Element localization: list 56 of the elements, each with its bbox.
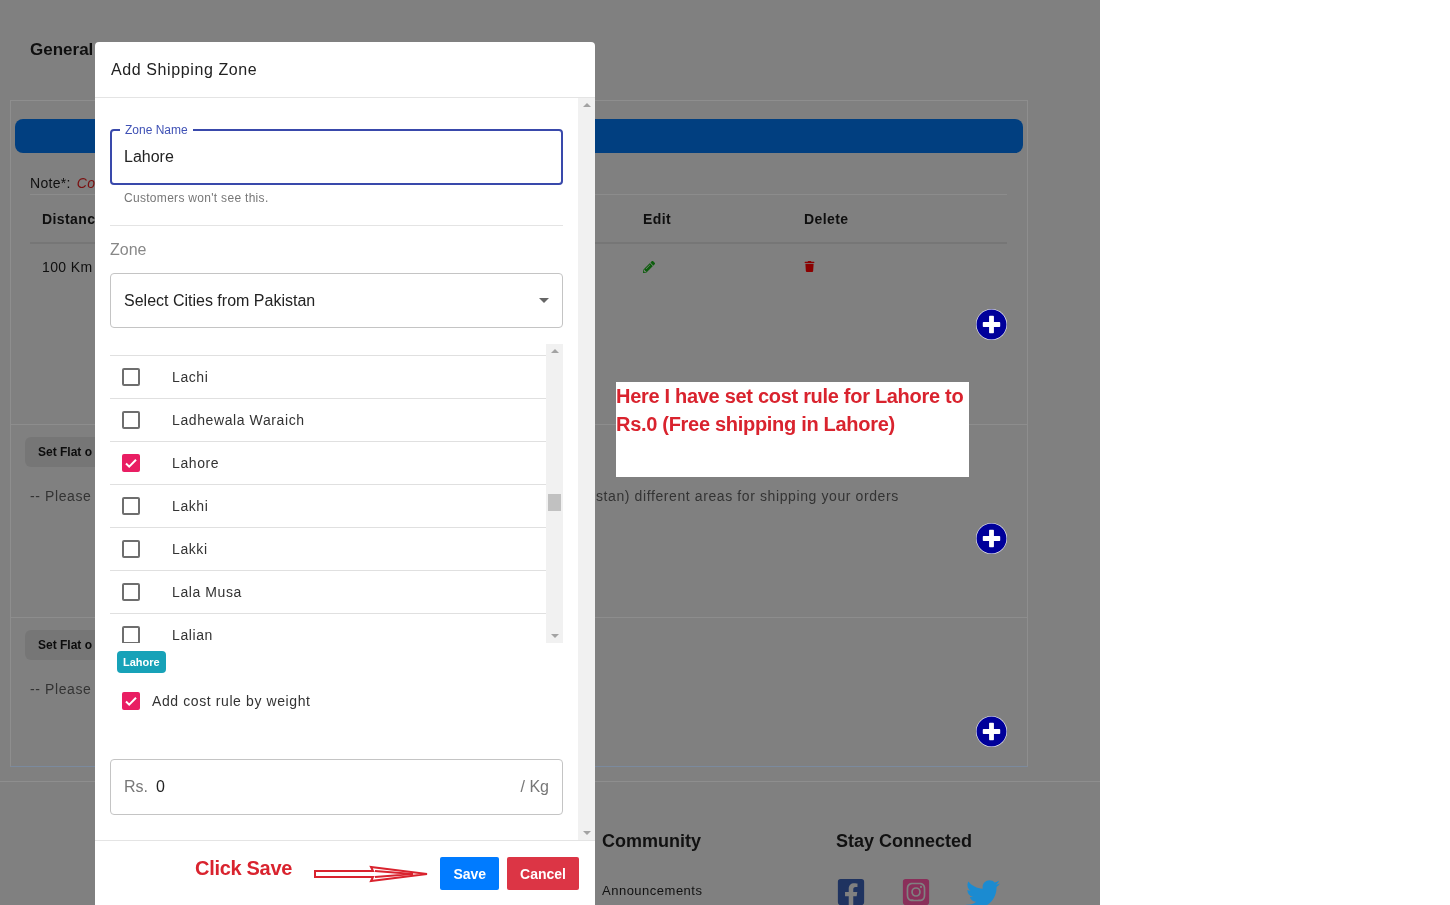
city-label[interactable]: Lakhi [172, 498, 209, 514]
add-icon[interactable] [976, 523, 1007, 554]
hint-text: -- Please [30, 488, 93, 504]
checkbox[interactable] [122, 626, 140, 643]
save-button[interactable]: Save [440, 857, 500, 890]
scrollbar[interactable] [546, 344, 563, 643]
annotation-text: Here I have set cost rule for Lahore to Rs.0 (Free shipping in Lahore) [616, 384, 965, 437]
add-icon[interactable] [976, 716, 1007, 747]
checkbox[interactable] [122, 540, 140, 558]
checkbox[interactable] [122, 692, 140, 710]
city-label[interactable]: Ladhewala Waraich [172, 412, 305, 428]
city-label[interactable]: Lahore [172, 455, 220, 471]
checkbox[interactable] [122, 454, 140, 472]
city-label[interactable]: Lalian [172, 627, 213, 643]
section-label: Zone [110, 240, 148, 259]
zone-name-input[interactable]: Lahore [124, 148, 549, 166]
checkbox[interactable] [122, 497, 140, 515]
dialog-title: Add Shipping Zone [111, 60, 258, 79]
note-text: Co [76, 175, 96, 191]
cost-field[interactable]: Rs. 0 / Kg [110, 759, 563, 815]
field-label: Zone Name [120, 123, 193, 137]
trash-icon[interactable] [804, 261, 815, 272]
footer-title: Stay Connected [836, 830, 974, 852]
column-header: Distanc [41, 210, 97, 227]
cost-input[interactable]: 0 [156, 778, 521, 796]
hint-text: -- Please [30, 681, 93, 697]
city-select[interactable]: Select Cities from Pakistan [110, 273, 563, 328]
helper-text: Customers won't see this. [124, 191, 270, 205]
checkmark-icon [124, 456, 138, 470]
city-label[interactable]: Lakki [172, 541, 208, 557]
flat-rate-button[interactable]: Set Flat o [25, 630, 96, 660]
page-heading: General [30, 40, 94, 60]
footer-link[interactable]: Announcements [602, 883, 703, 898]
note-label: Note*: [30, 175, 71, 191]
checkbox[interactable] [122, 583, 140, 601]
column-header: Delete [803, 210, 850, 227]
selected-city-tag: Lahore [117, 651, 166, 673]
add-icon[interactable] [976, 309, 1007, 340]
city-label[interactable]: Lala Musa [172, 584, 242, 600]
checkbox-label[interactable]: Add cost rule by weight [152, 693, 311, 709]
footer-title: Community [602, 830, 702, 852]
checkbox[interactable] [122, 411, 140, 429]
column-header: Edit [642, 210, 673, 227]
currency-prefix: Rs. [124, 778, 148, 796]
flat-rate-button[interactable]: Set Flat o [25, 437, 96, 467]
city-label[interactable]: Lachi [172, 369, 209, 385]
unit-suffix: / Kg [520, 778, 549, 796]
cancel-button[interactable]: Cancel [507, 857, 579, 890]
scrollbar[interactable] [578, 98, 595, 840]
checkmark-icon [124, 694, 138, 708]
annotation-text: Click Save [195, 857, 293, 880]
table-cell-text: 100 Km [41, 258, 94, 275]
caret-icon [539, 298, 549, 303]
checkbox[interactable] [122, 368, 140, 386]
facebook-icon[interactable] [836, 877, 866, 905]
hint-text: stan) different areas for shipping your orders [596, 488, 900, 504]
